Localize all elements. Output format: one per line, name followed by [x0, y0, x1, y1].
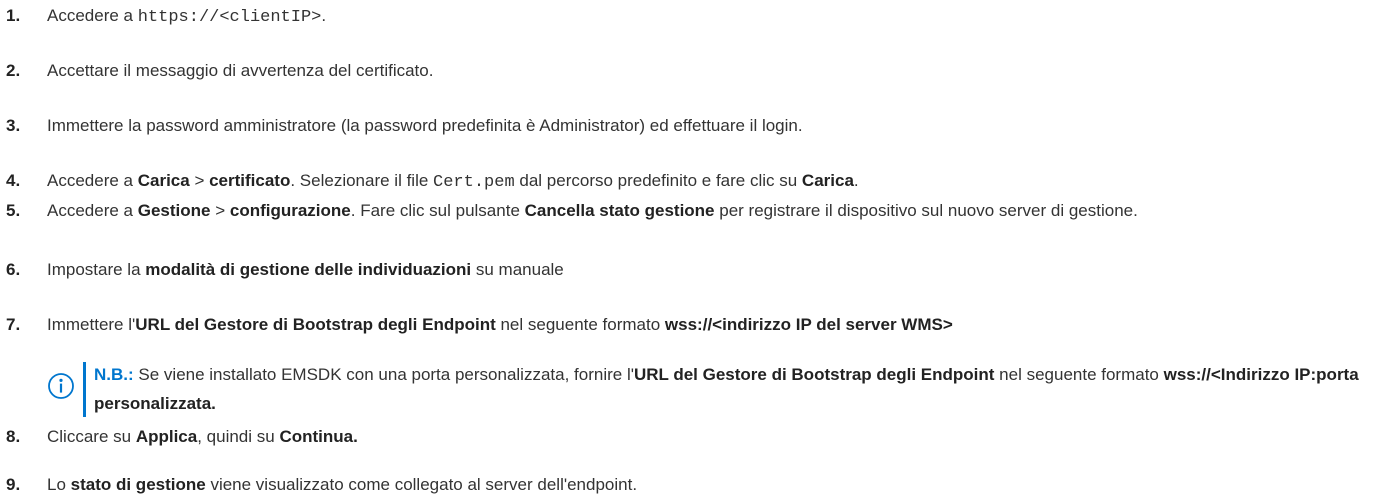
procedure-document: 1. Accedere a https://<clientIP>. 2. Acc…: [0, 0, 1386, 497]
step-text: Accedere a https://<clientIP>.: [47, 6, 327, 27]
step-number: 5.: [6, 201, 21, 220]
step-text: Accedere a Carica > certificato. Selezio…: [47, 171, 859, 192]
step-text: Immettere la password amministratore (la…: [47, 116, 803, 135]
step-number: 1.: [6, 6, 21, 25]
step-number: 3.: [6, 116, 21, 135]
code-url: https://<clientIP>: [137, 8, 322, 27]
info-icon: [47, 372, 75, 400]
code-filename: Cert.pem: [433, 173, 515, 192]
note-text: N.B.: Se viene installato EMSDK con una …: [94, 365, 1359, 413]
note-divider: [83, 362, 86, 417]
step-number: 8.: [6, 427, 21, 446]
step-text: Cliccare su Applica, quindi su Continua.: [47, 427, 358, 446]
step-number: 7.: [6, 315, 21, 334]
note-box: N.B.: Se viene installato EMSDK con una …: [47, 360, 1376, 418]
step-text: Impostare la modalità di gestione delle …: [47, 260, 564, 279]
step-text: Accedere a Gestione > configurazione. Fa…: [47, 201, 1138, 220]
step-number: 4.: [6, 171, 21, 190]
step-text: Immettere l'URL del Gestore di Bootstrap…: [47, 315, 953, 334]
step-text: Accettare il messaggio di avvertenza del…: [47, 61, 434, 80]
step-number: 2.: [6, 61, 21, 80]
step-text: Lo stato di gestione viene visualizzato …: [47, 475, 638, 494]
step-number: 6.: [6, 260, 21, 279]
step-number: 9.: [6, 475, 21, 494]
note-label: N.B.:: [94, 365, 134, 384]
